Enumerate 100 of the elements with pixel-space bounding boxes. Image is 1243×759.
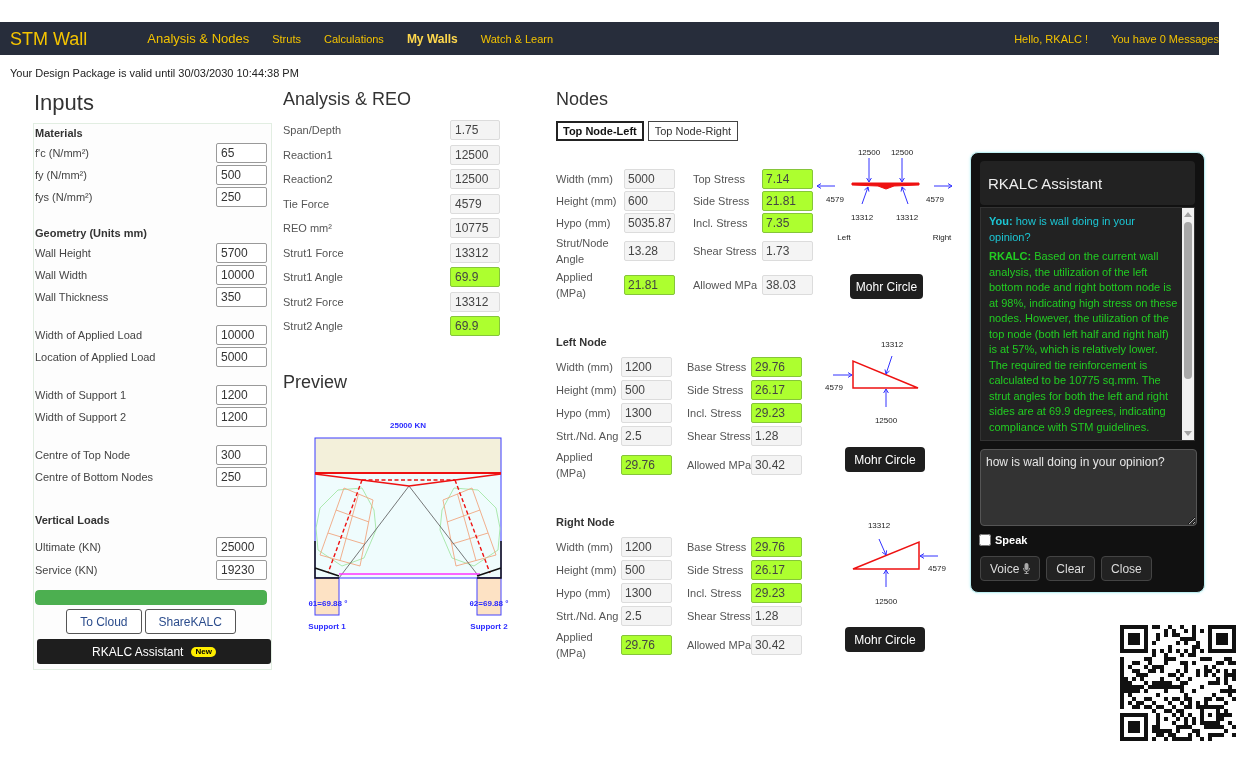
- field-label: Shear Stress: [693, 244, 758, 259]
- input-field[interactable]: 19230: [216, 560, 267, 580]
- nav-link[interactable]: Struts: [272, 32, 301, 45]
- output-field[interactable]: 1.73: [762, 241, 813, 261]
- output-field[interactable]: 13312: [450, 242, 500, 263]
- input-field[interactable]: 65: [216, 143, 267, 163]
- output-field[interactable]: 5035.87: [624, 213, 675, 233]
- input-field[interactable]: 10000: [216, 325, 267, 345]
- output-field[interactable]: 1300: [621, 583, 672, 603]
- field-label: Strut1 Force: [283, 246, 345, 259]
- input-field[interactable]: 1200: [216, 385, 267, 405]
- output-field[interactable]: 600: [624, 191, 675, 211]
- field-label: Width (mm): [556, 540, 614, 555]
- output-field[interactable]: 29.76: [620, 455, 672, 475]
- output-field[interactable]: 13.28: [624, 241, 675, 261]
- output-field[interactable]: 26.17: [751, 560, 802, 580]
- output-field[interactable]: 2.5: [621, 606, 672, 626]
- mohr-circle-button[interactable]: Mohr Circle: [845, 627, 925, 652]
- output-field[interactable]: 69.9: [450, 316, 500, 336]
- output-field[interactable]: 12500: [450, 169, 500, 189]
- input-field[interactable]: 5000: [216, 347, 267, 367]
- validity-notice: Your Design Package is valid until 30/03/2030 10:44:38 PM: [10, 66, 300, 80]
- nav-link[interactable]: My Walls: [406, 31, 458, 46]
- group-heading: Materials: [35, 126, 84, 141]
- output-field[interactable]: 5000: [624, 169, 675, 189]
- output-field[interactable]: 7.14: [762, 169, 813, 189]
- input-field[interactable]: 250: [216, 187, 267, 207]
- output-field[interactable]: 29.23: [751, 583, 802, 603]
- field-label: Strut2 Angle: [283, 320, 344, 332]
- output-field[interactable]: 13312: [450, 291, 500, 312]
- output-field[interactable]: 500: [621, 560, 672, 580]
- output-field[interactable]: 12500: [450, 144, 500, 165]
- output-field[interactable]: 29.23: [751, 403, 802, 423]
- output-field[interactable]: 26.17: [751, 380, 802, 400]
- output-field[interactable]: 1200: [621, 357, 672, 377]
- field-label: Applied (MPa): [556, 450, 594, 481]
- tab[interactable]: Top Node-Right: [647, 121, 739, 141]
- input-field[interactable]: 10000: [216, 265, 267, 285]
- field-label: Strt./Nd. Ang: [556, 429, 620, 444]
- brand-link[interactable]: STM Wall: [10, 27, 88, 50]
- clear-button[interactable]: Clear: [1046, 556, 1096, 581]
- output-field[interactable]: 10775: [450, 218, 500, 238]
- assistant-button[interactable]: RKALC Assistant New: [37, 639, 271, 664]
- input-field[interactable]: 500: [216, 165, 267, 185]
- output-field[interactable]: 30.42: [751, 635, 802, 655]
- output-field[interactable]: 38.03: [762, 275, 813, 295]
- output-field[interactable]: 29.76: [751, 537, 802, 557]
- input-field[interactable]: 5700: [216, 243, 267, 263]
- field-label: Shear Stress: [687, 609, 751, 624]
- input-field[interactable]: 250: [216, 467, 267, 487]
- output-field[interactable]: 7.35: [762, 213, 813, 233]
- input-field[interactable]: 25000: [216, 537, 267, 557]
- speak-checkbox[interactable]: [979, 533, 991, 546]
- output-field[interactable]: 69.9: [450, 267, 500, 287]
- force-label: 12500: [857, 148, 881, 157]
- greeting-text: Hello, RKALC !: [1014, 32, 1089, 45]
- force-label: 13312: [850, 213, 874, 222]
- nav-link[interactable]: Watch & Learn: [480, 32, 554, 45]
- output-field[interactable]: 2.5: [621, 426, 672, 446]
- voice-button[interactable]: Voice: [980, 556, 1041, 581]
- messages-link[interactable]: You have 0 Messages: [1111, 32, 1219, 45]
- output-field[interactable]: 1.28: [751, 606, 802, 626]
- field-label: Strt./Nd. Ang: [556, 609, 620, 624]
- input-field[interactable]: 300: [216, 445, 267, 465]
- nav-link[interactable]: Calculations: [323, 32, 384, 45]
- output-field[interactable]: 21.81: [624, 275, 675, 295]
- output-field[interactable]: 500: [621, 380, 672, 400]
- field-label: Ultimate (KN): [35, 541, 101, 553]
- output-field[interactable]: 21.81: [762, 191, 813, 211]
- scrollbar[interactable]: [1182, 208, 1194, 440]
- output-field[interactable]: 29.76: [751, 357, 802, 377]
- output-field[interactable]: 1.75: [450, 120, 500, 140]
- section-heading: Left Node: [556, 335, 608, 350]
- message-input[interactable]: how is wall doing in your opinion?: [980, 449, 1197, 526]
- field-label: Allowed MPa: [686, 638, 751, 653]
- output-field[interactable]: 1200: [621, 537, 672, 557]
- close-button[interactable]: Close: [1101, 556, 1152, 581]
- field-label: Width (mm): [556, 172, 614, 187]
- tab[interactable]: Top Node-Left: [556, 121, 644, 141]
- mohr-circle-button[interactable]: Mohr Circle: [845, 447, 925, 472]
- output-field[interactable]: 4579: [450, 193, 500, 214]
- force-label: 4579: [928, 564, 946, 573]
- action-button[interactable]: To Cloud: [66, 609, 142, 634]
- output-field[interactable]: 1.28: [751, 426, 802, 446]
- output-field[interactable]: 30.42: [751, 455, 802, 475]
- field-label: fys (N/mm²): [35, 191, 93, 203]
- action-button[interactable]: ShareKALC: [144, 609, 236, 634]
- output-field[interactable]: 1300: [621, 403, 672, 423]
- field-label: Wall Thickness: [35, 291, 109, 303]
- field-label: Base Stress: [687, 540, 748, 555]
- input-field[interactable]: 350: [216, 287, 267, 307]
- nav-link[interactable]: Analysis & Nodes: [147, 31, 250, 46]
- mohr-circle-button[interactable]: Mohr Circle: [849, 274, 924, 299]
- field-label: Height (mm): [556, 194, 618, 209]
- field-label: Width of Applied Load: [35, 329, 143, 341]
- input-field[interactable]: 1200: [216, 407, 267, 427]
- side-label: Left: [837, 233, 851, 242]
- field-label: Shear Stress: [687, 429, 751, 444]
- output-field[interactable]: 29.76: [620, 635, 672, 655]
- field-label: Incl. Stress: [687, 586, 743, 601]
